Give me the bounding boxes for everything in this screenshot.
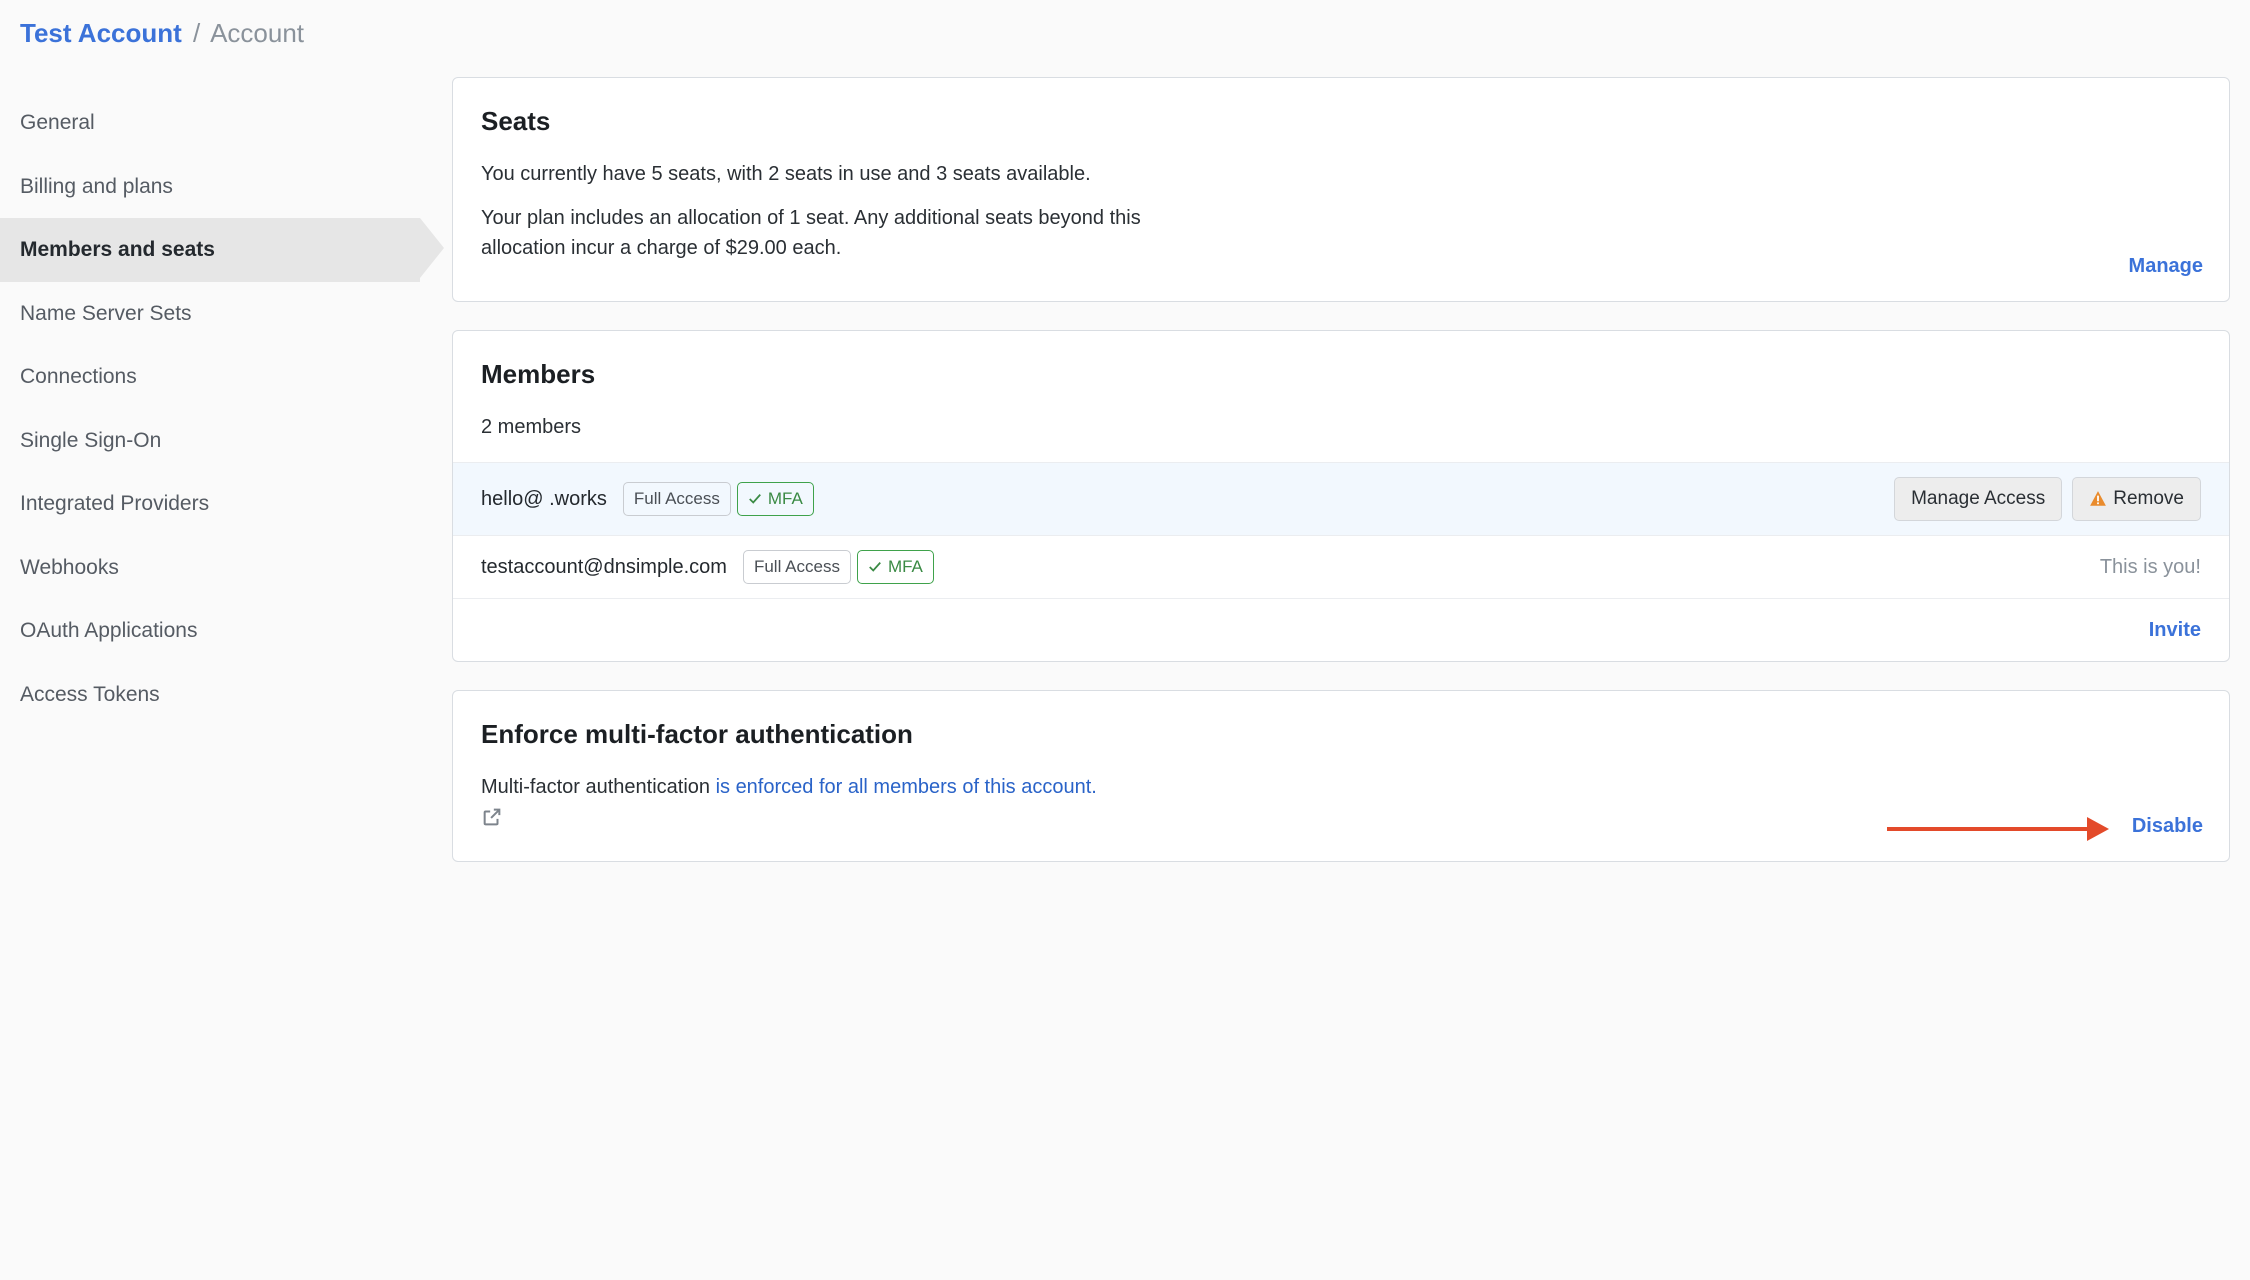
- remove-member-button[interactable]: Remove: [2072, 477, 2201, 521]
- member-email: hello@ .works: [481, 484, 607, 514]
- breadcrumb-account-link[interactable]: Test Account: [20, 18, 182, 48]
- sidebar-item-oauth-applications[interactable]: OAuth Applications: [0, 599, 420, 663]
- mfa-status-link[interactable]: is enforced for all members of this acco…: [716, 776, 1097, 798]
- member-email: testaccount@dnsimple.com: [481, 552, 727, 582]
- members-card: Members 2 members hello@ .works Full Acc…: [452, 330, 2230, 662]
- sidebar-item-general[interactable]: General: [0, 91, 420, 155]
- external-link-icon[interactable]: [481, 806, 503, 828]
- remove-button-label: Remove: [2113, 488, 2184, 510]
- members-count: 2 members: [481, 412, 2201, 442]
- breadcrumb-current: Account: [210, 18, 304, 48]
- main-content: Seats You currently have 5 seats, with 2…: [452, 77, 2230, 890]
- manage-access-button[interactable]: Manage Access: [1894, 477, 2062, 521]
- sidebar-item-connections[interactable]: Connections: [0, 345, 420, 409]
- mfa-badge: MFA: [857, 550, 934, 584]
- this-is-you-label: This is you!: [2100, 552, 2201, 582]
- sidebar-item-webhooks[interactable]: Webhooks: [0, 536, 420, 600]
- invite-row: Invite: [453, 598, 2229, 661]
- breadcrumb: Test Account / Account: [0, 0, 2250, 59]
- sidebar: General Billing and plans Members and se…: [0, 77, 420, 890]
- sidebar-item-integrated-providers[interactable]: Integrated Providers: [0, 472, 420, 536]
- member-row: hello@ .works Full Access MFA Manage Acc…: [453, 462, 2229, 535]
- members-heading: Members: [481, 355, 2201, 394]
- mfa-badge: MFA: [737, 482, 814, 516]
- sidebar-item-members-seats[interactable]: Members and seats: [0, 218, 420, 282]
- check-icon: [868, 560, 882, 574]
- seats-allocation: Your plan includes an allocation of 1 se…: [481, 203, 1141, 263]
- sidebar-item-name-server-sets[interactable]: Name Server Sets: [0, 282, 420, 346]
- sidebar-item-access-tokens[interactable]: Access Tokens: [0, 663, 420, 727]
- seats-manage-link[interactable]: Manage: [2129, 251, 2203, 281]
- member-row: testaccount@dnsimple.com Full Access MFA…: [453, 535, 2229, 598]
- seats-card: Seats You currently have 5 seats, with 2…: [452, 77, 2230, 302]
- warning-icon: [2089, 490, 2107, 508]
- sidebar-item-billing[interactable]: Billing and plans: [0, 155, 420, 219]
- mfa-status-text: Multi-factor authentication is enforced …: [481, 772, 2201, 802]
- access-badge: Full Access: [743, 550, 851, 584]
- sidebar-item-sso[interactable]: Single Sign-On: [0, 409, 420, 473]
- mfa-badge-label: MFA: [768, 486, 803, 512]
- seats-summary: You currently have 5 seats, with 2 seats…: [481, 159, 2201, 189]
- invite-link[interactable]: Invite: [2149, 619, 2201, 641]
- mfa-card: Enforce multi-factor authentication Mult…: [452, 690, 2230, 862]
- seats-heading: Seats: [481, 102, 2201, 141]
- check-icon: [748, 492, 762, 506]
- mfa-prefix: Multi-factor authentication: [481, 776, 716, 798]
- mfa-badge-label: MFA: [888, 554, 923, 580]
- access-badge: Full Access: [623, 482, 731, 516]
- breadcrumb-separator: /: [193, 18, 200, 48]
- mfa-heading: Enforce multi-factor authentication: [481, 715, 2201, 754]
- mfa-disable-link[interactable]: Disable: [2132, 811, 2203, 841]
